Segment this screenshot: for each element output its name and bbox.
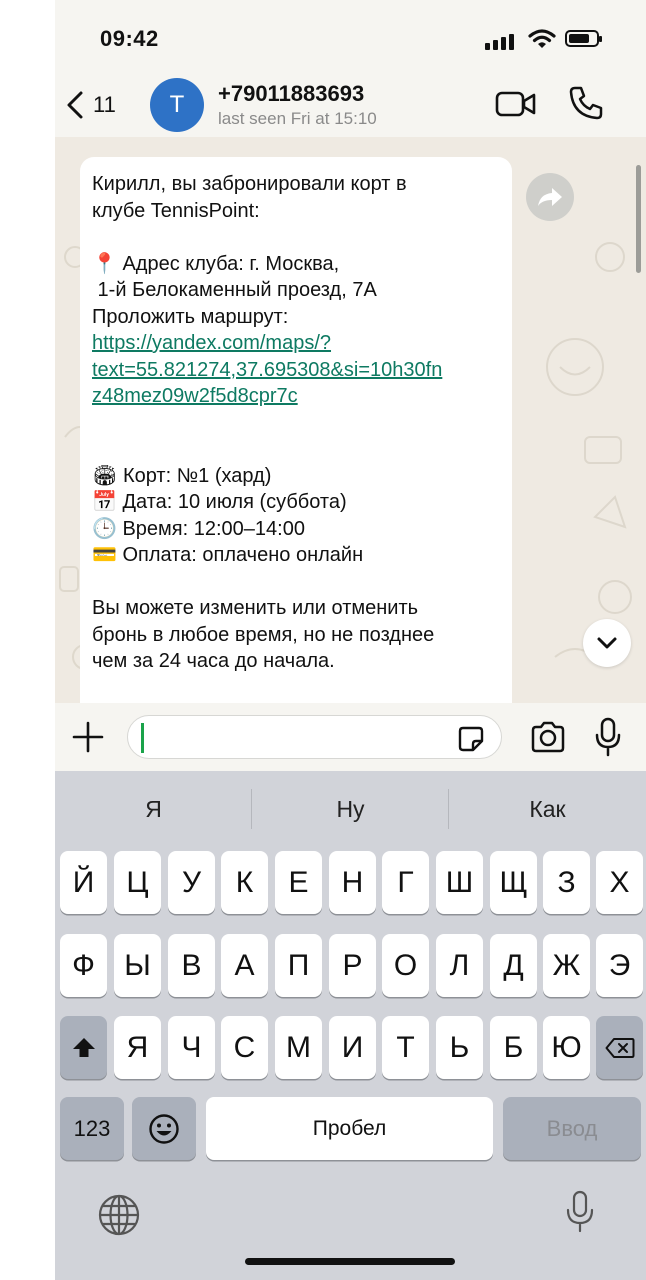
key[interactable]: Х: [596, 851, 643, 914]
incoming-message-bubble[interactable]: Кирилл, вы забронировали корт в клубе Te…: [80, 157, 512, 703]
key[interactable]: Ь: [436, 1016, 483, 1079]
phone-call-icon[interactable]: [567, 84, 605, 122]
message-line: чем за 24 часа до начала.: [92, 650, 335, 672]
backspace-icon: [605, 1037, 634, 1058]
message-line: Кирилл, вы забронировали корт в: [92, 173, 407, 195]
key[interactable]: К: [221, 851, 268, 914]
suggestion-bar: Я Ну Как: [55, 771, 646, 847]
route-link[interactable]: text=55.821274,37.695308&si=10h30fn: [92, 359, 442, 381]
key[interactable]: Ж: [543, 934, 590, 997]
key[interactable]: У: [168, 851, 215, 914]
key[interactable]: Ч: [168, 1016, 215, 1079]
key[interactable]: Л: [436, 934, 483, 997]
battery-icon: [565, 30, 602, 47]
route-link[interactable]: https://yandex.com/maps/?: [92, 332, 331, 354]
key[interactable]: Ш: [436, 851, 483, 914]
numbers-key[interactable]: 123: [60, 1097, 124, 1160]
wifi-icon: [528, 29, 556, 48]
shift-key[interactable]: [60, 1016, 107, 1079]
home-indicator[interactable]: [245, 1258, 455, 1265]
message-line: 🏟 Корт: №1 (хард): [92, 464, 272, 487]
chat-area[interactable]: Кирилл, вы забронировали корт в клубе Te…: [55, 137, 646, 703]
key[interactable]: Д: [490, 934, 537, 997]
enter-key[interactable]: Ввод: [503, 1097, 641, 1160]
message-line: 1-й Белокаменный проезд, 7А: [92, 279, 377, 301]
camera-icon[interactable]: [529, 720, 567, 754]
cellular-signal-icon: [485, 32, 519, 50]
route-link[interactable]: z48mez09w2f5d8cpr7c: [92, 385, 298, 407]
status-time: 09:42: [100, 26, 159, 51]
key[interactable]: В: [168, 934, 215, 997]
key[interactable]: Ф: [60, 934, 107, 997]
unread-count: 11: [93, 92, 116, 117]
message-line: 🕒 Время: 12:00–14:00: [92, 517, 305, 540]
key[interactable]: Ы: [114, 934, 161, 997]
text-cursor: [141, 723, 144, 753]
key[interactable]: М: [275, 1016, 322, 1079]
plus-icon[interactable]: [71, 720, 105, 754]
phone-screen: 09:42 11 T +79011883693 last seen Fri at…: [55, 0, 646, 1280]
key[interactable]: З: [543, 851, 590, 914]
key[interactable]: С: [221, 1016, 268, 1079]
key[interactable]: Е: [275, 851, 322, 914]
key[interactable]: Н: [329, 851, 376, 914]
message-line: Вы можете изменить или отменить: [92, 597, 419, 619]
emoji-key[interactable]: [132, 1097, 196, 1160]
sticker-icon[interactable]: [457, 725, 485, 753]
key[interactable]: О: [382, 934, 429, 997]
message-line: Проложить маршрут:: [92, 305, 289, 328]
key[interactable]: Ц: [114, 851, 161, 914]
contact-name[interactable]: +79011883693: [218, 81, 364, 107]
back-button[interactable]: 11: [65, 83, 135, 127]
message-line: 💳 Оплата: оплачено онлайн: [92, 544, 364, 566]
scroll-to-bottom-button[interactable]: [583, 619, 631, 667]
message-line: 📍 Адрес клуба: г. Москва,: [92, 252, 340, 275]
key[interactable]: Г: [382, 851, 429, 914]
message-line: бронь в любое время, но не позднее: [92, 623, 435, 646]
microphone-icon[interactable]: [594, 717, 622, 757]
key[interactable]: Э: [596, 934, 643, 997]
keyboard: Я Ну Как Й Ц У К Е Н Г Ш Щ З Х Ф Ы В А П…: [55, 771, 646, 1280]
suggestion-1[interactable]: Я: [55, 771, 252, 847]
key[interactable]: Я: [114, 1016, 161, 1079]
key[interactable]: И: [329, 1016, 376, 1079]
video-call-icon[interactable]: [495, 87, 537, 121]
key[interactable]: А: [221, 934, 268, 997]
message-input-bar: [55, 703, 646, 771]
message-input[interactable]: [127, 715, 502, 759]
scrollbar[interactable]: [636, 165, 641, 273]
dictation-microphone-icon[interactable]: [565, 1190, 595, 1234]
chat-header: 11 T +79011883693 last seen Fri at 15:10: [55, 75, 646, 137]
space-key[interactable]: Пробел: [206, 1097, 493, 1160]
shift-arrow-icon: [72, 1037, 95, 1057]
suggestion-2[interactable]: Ну: [252, 771, 449, 847]
key[interactable]: Р: [329, 934, 376, 997]
emoji-icon: [149, 1113, 179, 1144]
forward-arrow-icon: [538, 188, 562, 206]
avatar[interactable]: T: [150, 78, 204, 132]
key[interactable]: Б: [490, 1016, 537, 1079]
message-line: клубе TennisPoint:: [92, 199, 260, 222]
status-bar: 09:42: [55, 0, 646, 75]
message-line: 📅 Дата: 10 июля (суббота): [92, 491, 347, 513]
backspace-key[interactable]: [596, 1016, 643, 1079]
key[interactable]: Щ: [490, 851, 537, 914]
forward-button[interactable]: [526, 173, 574, 221]
key[interactable]: П: [275, 934, 322, 997]
key[interactable]: Й: [60, 851, 107, 914]
key[interactable]: Т: [382, 1016, 429, 1079]
globe-icon[interactable]: [97, 1193, 141, 1237]
chevron-left-icon: [67, 91, 83, 119]
key[interactable]: Ю: [543, 1016, 590, 1079]
suggestion-3[interactable]: Как: [449, 771, 646, 847]
chevron-down-icon: [597, 637, 617, 649]
contact-last-seen: last seen Fri at 15:10: [218, 109, 377, 128]
